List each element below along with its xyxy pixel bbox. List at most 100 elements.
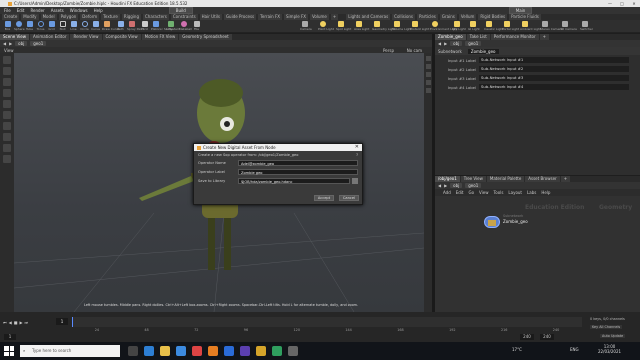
light-volume[interactable]: Volume Light: [392, 21, 412, 32]
file-explorer-icon[interactable]: [160, 346, 170, 356]
weather-temp[interactable]: 17°C: [512, 347, 522, 352]
tool-line[interactable]: Line: [69, 21, 78, 32]
play-icon[interactable]: ▶: [19, 320, 22, 325]
forward-arrow-icon[interactable]: ▶: [9, 41, 12, 46]
node-name-field[interactable]: Zombie_geo: [467, 48, 499, 54]
tool-sphere[interactable]: Sphere: [14, 21, 25, 32]
path-obj[interactable]: obj: [15, 41, 28, 46]
param-value-input-1[interactable]: Sub-Network Input #1: [479, 57, 629, 63]
path-obj[interactable]: obj: [450, 183, 463, 188]
app-icon-blue[interactable]: [224, 346, 234, 356]
play-back-icon[interactable]: ◀: [9, 320, 12, 325]
net-menu-tools[interactable]: Tools: [494, 190, 504, 195]
path-geo1[interactable]: geo1: [465, 183, 482, 188]
wireframe-icon[interactable]: [425, 80, 431, 85]
render-region-icon[interactable]: [3, 155, 11, 163]
path-geo1[interactable]: geo1: [465, 41, 482, 46]
light-sky[interactable]: Sky Light: [452, 21, 466, 32]
help-button[interactable]: ?: [356, 153, 358, 157]
tool-curve[interactable]: Curve: [91, 21, 100, 32]
edge-icon[interactable]: [144, 346, 154, 356]
houdini-taskbar-icon[interactable]: [208, 346, 218, 356]
range-start-field[interactable]: 1: [4, 334, 16, 340]
timeline-scrubber[interactable]: [72, 317, 582, 327]
operator-label-field[interactable]: Zombie geo: [238, 169, 358, 175]
maximize-button[interactable]: □: [616, 0, 628, 7]
param-value-input-2[interactable]: Sub-Network Input #2: [479, 66, 629, 72]
tool-grid[interactable]: Grid: [47, 21, 56, 32]
app-icon-gray[interactable]: [288, 346, 298, 356]
current-frame-field[interactable]: 1: [56, 318, 68, 325]
persp-dropdown[interactable]: Persp: [383, 48, 394, 53]
camera-stereo[interactable]: Stereo Camera: [540, 21, 563, 32]
camera-vr[interactable]: VR Camera: [560, 21, 577, 32]
tool-torus[interactable]: Torus: [36, 21, 45, 32]
cancel-button[interactable]: Cancel: [339, 195, 359, 201]
tool-tube[interactable]: Tube: [25, 21, 34, 32]
light-spot[interactable]: Spot Light: [336, 21, 351, 32]
net-menu-help[interactable]: Help: [541, 190, 550, 195]
param-value-input-3[interactable]: Sub-Network Input #3: [479, 75, 629, 81]
app-icon-green[interactable]: [272, 346, 282, 356]
light-distant[interactable]: Distant Light: [410, 21, 429, 32]
minimize-button[interactable]: —: [604, 0, 616, 7]
auto-update-dropdown[interactable]: Auto Update: [600, 334, 626, 338]
clock[interactable]: 13:00 22/03/2021: [598, 344, 621, 354]
back-arrow-icon[interactable]: ◀: [438, 41, 441, 46]
shading-icon[interactable]: [425, 64, 431, 69]
rotate-tool-icon[interactable]: [3, 78, 11, 86]
range-end-field[interactable]: 240: [520, 334, 534, 340]
language-indicator[interactable]: ENG: [570, 347, 579, 352]
light-ambient[interactable]: Ambient Light: [520, 21, 541, 32]
light-point[interactable]: Point Light: [318, 21, 334, 32]
view-label[interactable]: View: [4, 48, 14, 53]
net-menu-go[interactable]: Go: [469, 190, 475, 195]
menu-file[interactable]: File: [4, 8, 11, 13]
main-dropdown[interactable]: Main: [508, 7, 533, 14]
key-all-channels-button[interactable]: Key All Channels: [590, 325, 623, 329]
tool-metaball[interactable]: Metaball: [179, 21, 192, 32]
dialog-close-button[interactable]: ✕: [355, 144, 359, 151]
camera-switcher[interactable]: Switcher: [580, 21, 593, 32]
move-tool-icon[interactable]: [3, 67, 11, 75]
operator-name-field[interactable]: Adel@zombie_geo: [238, 160, 358, 166]
back-arrow-icon[interactable]: ◀: [438, 183, 441, 188]
scale-tool-icon[interactable]: [3, 89, 11, 97]
select-tool-icon[interactable]: [3, 56, 11, 64]
light-camera[interactable]: Camera: [300, 21, 312, 32]
net-menu-view[interactable]: View: [479, 190, 489, 195]
playhead[interactable]: [72, 317, 73, 327]
pose-tool-icon[interactable]: [3, 111, 11, 119]
nocam-dropdown[interactable]: No cam: [407, 48, 422, 53]
network-editor[interactable]: ◀ ▶ obj geo1 Add Edit Go View Tools Layo…: [435, 182, 640, 312]
stop-icon[interactable]: ■: [14, 320, 18, 325]
light-environment[interactable]: Environment Light: [430, 21, 458, 32]
tool-font[interactable]: Font: [140, 21, 149, 32]
tool-box[interactable]: Box: [3, 21, 12, 32]
menu-help[interactable]: Help: [94, 8, 103, 13]
net-menu-layout[interactable]: Layout: [508, 190, 522, 195]
back-arrow-icon[interactable]: ◀: [3, 41, 6, 46]
desktop-build-dropdown[interactable]: Build: [168, 7, 193, 14]
tool-platonic-solids[interactable]: Platonic Solids: [151, 21, 173, 32]
lighting-icon[interactable]: [425, 72, 431, 77]
menu-windows[interactable]: Windows: [70, 8, 88, 13]
tool-spray-paint[interactable]: Spray Paint: [127, 21, 144, 32]
save-library-field[interactable]: $JOB/hda/zombie_geo.hdanc: [238, 178, 350, 184]
accept-button[interactable]: Accept: [314, 195, 334, 201]
tool-path[interactable]: Path: [116, 21, 125, 32]
points-icon[interactable]: [425, 88, 431, 93]
windows-start-icon[interactable]: [4, 346, 14, 356]
browse-file-icon[interactable]: [352, 178, 358, 184]
tool-l-system[interactable]: L-System: [166, 21, 180, 32]
path-obj[interactable]: obj: [450, 41, 463, 46]
snap-tool-icon[interactable]: [3, 133, 11, 141]
net-menu-edit[interactable]: Edit: [456, 190, 464, 195]
tool-draw-curve[interactable]: Draw Curve: [102, 21, 120, 32]
tool-null[interactable]: Null: [58, 21, 67, 32]
app-icon-red[interactable]: [192, 346, 202, 356]
handle-tool-icon[interactable]: [3, 100, 11, 108]
app-icon-yellow[interactable]: [256, 346, 266, 356]
app-icon-purple[interactable]: [240, 346, 250, 356]
store-icon[interactable]: [176, 346, 186, 356]
